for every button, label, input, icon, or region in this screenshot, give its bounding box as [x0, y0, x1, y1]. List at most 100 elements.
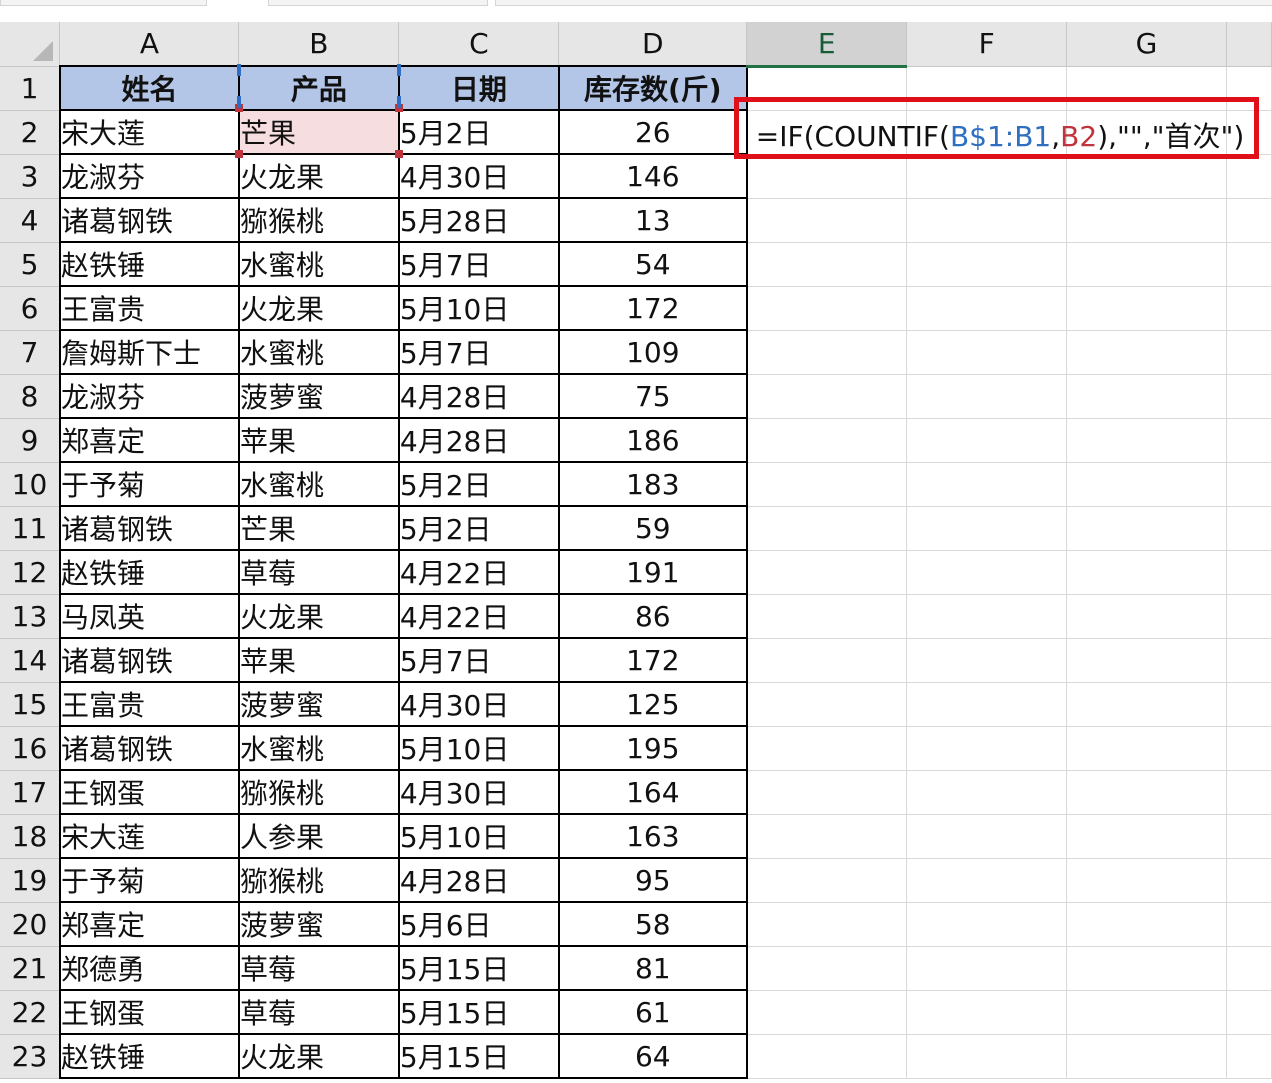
cell-name[interactable]: 王钢蛋 — [58, 989, 240, 1035]
reference-handle-blue[interactable] — [237, 64, 241, 76]
cell-stock[interactable]: 86 — [557, 593, 748, 639]
cell-h[interactable] — [1226, 374, 1272, 419]
cell-stock[interactable]: 186 — [557, 417, 748, 463]
cell-h[interactable] — [1226, 858, 1272, 903]
cell-date[interactable]: 4月28日 — [397, 417, 560, 463]
cell-product[interactable]: 水蜜桃 — [237, 329, 400, 375]
cell-g[interactable] — [1066, 462, 1227, 507]
cell-g[interactable] — [1066, 198, 1227, 243]
cell-product[interactable]: 芒果 — [237, 109, 400, 155]
cell-g[interactable] — [1066, 374, 1227, 419]
cell-e[interactable] — [746, 946, 908, 991]
cell-e[interactable] — [746, 198, 908, 243]
column-header-c[interactable]: C — [398, 22, 560, 67]
header-cell-date[interactable]: 日期 — [397, 65, 560, 111]
cell-name[interactable]: 龙淑芬 — [58, 373, 240, 419]
cell-date[interactable]: 5月10日 — [397, 725, 560, 771]
cell-h[interactable] — [1226, 990, 1272, 1035]
row-header[interactable]: 3 — [0, 154, 61, 199]
cell-product[interactable]: 水蜜桃 — [237, 725, 400, 771]
cell-f[interactable] — [906, 462, 1068, 507]
row-header[interactable]: 23 — [0, 1034, 61, 1079]
cell-g[interactable] — [1066, 682, 1227, 727]
cell-h[interactable] — [1226, 946, 1272, 991]
cell-date[interactable]: 4月28日 — [397, 857, 560, 903]
cell-date[interactable]: 4月30日 — [397, 153, 560, 199]
row-header[interactable]: 18 — [0, 814, 61, 859]
row-header[interactable]: 14 — [0, 638, 61, 683]
cell-product[interactable]: 水蜜桃 — [237, 461, 400, 507]
reference-handle-red[interactable] — [395, 150, 403, 158]
column-header-e[interactable]: E — [746, 22, 908, 68]
reference-handle-blue[interactable] — [397, 96, 401, 108]
cell-date[interactable]: 5月28日 — [397, 197, 560, 243]
cell-h[interactable] — [1226, 198, 1272, 243]
row-header[interactable]: 4 — [0, 198, 61, 243]
cell-f[interactable] — [906, 682, 1068, 727]
cell-date[interactable]: 5月7日 — [397, 329, 560, 375]
cell-g[interactable] — [1066, 330, 1227, 375]
cell-date[interactable]: 5月6日 — [397, 901, 560, 947]
cell-f[interactable] — [906, 286, 1068, 331]
cell-h[interactable] — [1226, 462, 1272, 507]
row-header[interactable]: 15 — [0, 682, 61, 727]
cell-product[interactable]: 猕猴桃 — [237, 857, 400, 903]
cell-stock[interactable]: 195 — [557, 725, 748, 771]
cell-stock[interactable]: 172 — [557, 285, 748, 331]
header-cell-stock[interactable]: 库存数(斤) — [557, 65, 748, 111]
cell-stock[interactable]: 109 — [557, 329, 748, 375]
cell-f[interactable] — [906, 902, 1068, 947]
cell-g[interactable] — [1066, 286, 1227, 331]
cell-product[interactable]: 菠萝蜜 — [237, 373, 400, 419]
cell-g[interactable] — [1066, 506, 1227, 551]
cell-f[interactable] — [906, 770, 1068, 815]
cell-f[interactable] — [906, 594, 1068, 639]
cell-h[interactable] — [1226, 902, 1272, 947]
row-header[interactable]: 1 — [0, 66, 61, 111]
cell-e[interactable] — [746, 902, 908, 947]
cell-e[interactable] — [746, 814, 908, 859]
cell-g[interactable] — [1066, 594, 1227, 639]
cell-e[interactable] — [746, 418, 908, 463]
cell-product[interactable]: 水蜜桃 — [237, 241, 400, 287]
cell-name[interactable]: 郑喜定 — [58, 417, 240, 463]
cell-date[interactable]: 5月7日 — [397, 241, 560, 287]
cell-name[interactable]: 龙淑芬 — [58, 153, 240, 199]
cell-product[interactable]: 草莓 — [237, 549, 400, 595]
cell-e[interactable] — [746, 462, 908, 507]
cell-h[interactable] — [1226, 550, 1272, 595]
reference-handle-blue[interactable] — [237, 96, 241, 108]
cell-name[interactable]: 赵铁锤 — [58, 549, 240, 595]
cell-product[interactable]: 火龙果 — [237, 153, 400, 199]
row-header[interactable]: 8 — [0, 374, 61, 419]
cell-product[interactable]: 火龙果 — [237, 593, 400, 639]
cell-date[interactable]: 5月2日 — [397, 461, 560, 507]
cell-e[interactable] — [746, 990, 908, 1035]
cell-h[interactable] — [1226, 638, 1272, 683]
cell-name[interactable]: 诸葛钢铁 — [58, 505, 240, 551]
column-header-d[interactable]: D — [558, 22, 748, 67]
cell-h[interactable] — [1226, 330, 1272, 375]
cell-product[interactable]: 猕猴桃 — [237, 769, 400, 815]
cell-g[interactable] — [1066, 858, 1227, 903]
row-header[interactable]: 16 — [0, 726, 61, 771]
cell-product[interactable]: 菠萝蜜 — [237, 901, 400, 947]
row-header[interactable]: 13 — [0, 594, 61, 639]
cell-f[interactable] — [906, 990, 1068, 1035]
cell-e[interactable] — [746, 770, 908, 815]
cell-f[interactable] — [906, 330, 1068, 375]
cell-name[interactable]: 宋大莲 — [58, 109, 240, 155]
row-header[interactable]: 20 — [0, 902, 61, 947]
cell-date[interactable]: 5月2日 — [397, 505, 560, 551]
cell-f[interactable] — [906, 726, 1068, 771]
cell-e[interactable] — [746, 506, 908, 551]
cell-f[interactable] — [906, 154, 1068, 199]
cell-e[interactable] — [746, 858, 908, 903]
cell-date[interactable]: 5月2日 — [397, 109, 560, 155]
cell-e[interactable] — [746, 638, 908, 683]
cell-h[interactable] — [1226, 154, 1272, 199]
cell-f[interactable] — [906, 198, 1068, 243]
cell-f[interactable] — [906, 418, 1068, 463]
cell-name[interactable]: 马凤英 — [58, 593, 240, 639]
column-header-g[interactable]: G — [1066, 22, 1227, 67]
